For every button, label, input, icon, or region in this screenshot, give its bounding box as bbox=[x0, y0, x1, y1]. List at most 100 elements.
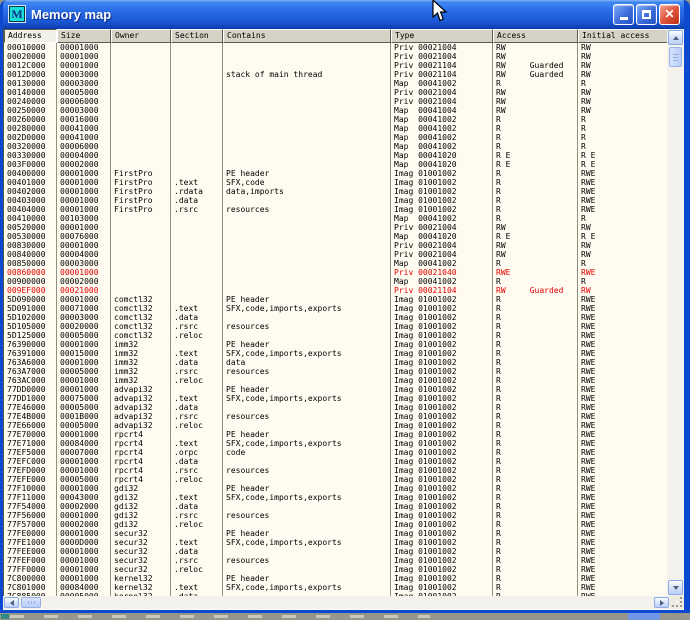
column-header-access[interactable]: Access bbox=[493, 29, 578, 43]
table-cell: .text bbox=[171, 583, 223, 592]
table-cell: resources bbox=[223, 556, 391, 565]
table-row[interactable]: 77E7000000001000rpcrt4PE headerImag 0100… bbox=[4, 430, 667, 439]
table-row[interactable]: 0053000000076000Map 00041020R ER E bbox=[4, 232, 667, 241]
table-row[interactable]: 0040300000001000FirstPro.dataImag 010010… bbox=[4, 196, 667, 205]
table-row[interactable]: 0012D00000003000stack of main threadPriv… bbox=[4, 70, 667, 79]
table-row[interactable]: 7639100000015000imm32.textSFX,code,impor… bbox=[4, 349, 667, 358]
table-row[interactable]: 0041000000103000Map 00041002RR bbox=[4, 214, 667, 223]
table-row[interactable]: 77F5700000002000gdi32.relocImag 01001002… bbox=[4, 520, 667, 529]
table-row[interactable]: 0028000000041000Map 00041002RR bbox=[4, 124, 667, 133]
table-row[interactable]: 77E4600000005000advapi32.dataImag 010010… bbox=[4, 403, 667, 412]
table-row[interactable]: 77FF000000001000secur32.relocImag 010010… bbox=[4, 565, 667, 574]
table-row[interactable]: 763AC00000001000imm32.relocImag 01001002… bbox=[4, 376, 667, 385]
horizontal-scroll-thumb[interactable] bbox=[21, 597, 41, 608]
table-row[interactable]: 009EF00000021000Priv 00021104RW GuardedR… bbox=[4, 286, 667, 295]
vertical-scroll-thumb[interactable] bbox=[669, 47, 682, 67]
table-cell: Imag 01001002 bbox=[391, 358, 493, 367]
table-row[interactable]: 0002000000001000Priv 00021004RWRW bbox=[4, 52, 667, 61]
horizontal-scrollbar[interactable] bbox=[3, 596, 684, 609]
table-row[interactable]: 77EFC00000001000rpcrt4.dataImag 01001002… bbox=[4, 457, 667, 466]
minimize-button[interactable] bbox=[613, 4, 634, 25]
table-row[interactable]: 77E4B0000001B000advapi32.rsrcresourcesIm… bbox=[4, 412, 667, 421]
table-cell: 76390000 bbox=[4, 340, 57, 349]
table-row[interactable]: 0001000000001000Priv 00021004RWRW bbox=[4, 43, 667, 52]
table-row[interactable]: 5D09000000001000comctl32PE headerImag 01… bbox=[4, 295, 667, 304]
table-row[interactable]: 0033000000004000Map 00041020R ER E bbox=[4, 151, 667, 160]
table-row[interactable]: 7639000000001000imm32PE headerImag 01001… bbox=[4, 340, 667, 349]
table-row[interactable]: 77FEE00000001000secur32.dataImag 0100100… bbox=[4, 547, 667, 556]
table-cell: RWE bbox=[578, 430, 667, 439]
table-cell: Map 00041002 bbox=[391, 277, 493, 286]
table-row[interactable]: 0086000000001000Priv 00021040RWERWE bbox=[4, 268, 667, 277]
table-row[interactable]: 0040100000001000FirstPro.textSFX,codeIma… bbox=[4, 178, 667, 187]
table-row[interactable]: 77DD100000075000advapi32.textSFX,code,im… bbox=[4, 394, 667, 403]
scroll-up-button[interactable] bbox=[668, 30, 683, 45]
vertical-scrollbar[interactable] bbox=[667, 29, 684, 596]
table-row[interactable]: 0083000000001000Priv 00021004RWRW bbox=[4, 241, 667, 250]
table-cell bbox=[171, 61, 223, 70]
table-row[interactable]: 77DD000000001000advapi32PE headerImag 01… bbox=[4, 385, 667, 394]
maximize-button[interactable] bbox=[636, 4, 657, 25]
table-row[interactable]: 77EF500000007000rpcrt4.orpccodeImag 0100… bbox=[4, 448, 667, 457]
table-row[interactable]: 0014000000005000Priv 00021004RWRW bbox=[4, 88, 667, 97]
table-row[interactable]: 0025000000003000Map 00041004RWRW bbox=[4, 106, 667, 115]
table-row[interactable]: 77F5600000001000gdi32.rsrcresourcesImag … bbox=[4, 511, 667, 520]
column-header-type[interactable]: Type bbox=[391, 29, 493, 43]
column-header-section[interactable]: Section bbox=[171, 29, 223, 43]
table-row[interactable]: 0085000000003000Map 00041002RR bbox=[4, 259, 667, 268]
close-button[interactable]: ✕ bbox=[659, 4, 680, 25]
table-row[interactable]: 5D09100000071000comctl32.textSFX,code,im… bbox=[4, 304, 667, 313]
table-row[interactable]: 0040400000001000FirstPro.rsrcresourcesIm… bbox=[4, 205, 667, 214]
table-cell: 00900000 bbox=[4, 277, 57, 286]
table-row[interactable]: 0040000000001000FirstProPE headerImag 01… bbox=[4, 169, 667, 178]
table-row[interactable]: 003F000000002000Map 00041020R ER E bbox=[4, 160, 667, 169]
table-row[interactable]: 0024000000006000Priv 00021004RWRW bbox=[4, 97, 667, 106]
table-cell: FirstPro bbox=[111, 187, 171, 196]
table-row[interactable]: 5D12500000005000comctl32.relocImag 01001… bbox=[4, 331, 667, 340]
table-row[interactable]: 7C80100000084000kernel32.textSFX,code,im… bbox=[4, 583, 667, 592]
title-bar[interactable]: M Memory map ✕ bbox=[3, 0, 684, 29]
table-row[interactable]: 0052000000001000Priv 00021004RWRW bbox=[4, 223, 667, 232]
table-cell bbox=[111, 88, 171, 97]
table-row[interactable]: 0090000000002000Map 00041002RR bbox=[4, 277, 667, 286]
table-row[interactable]: 77FEF00000001000secur32.rsrcresourcesIma… bbox=[4, 556, 667, 565]
table-row[interactable]: 763A600000001000imm32.datadataImag 01001… bbox=[4, 358, 667, 367]
table-row[interactable]: 77FE10000000D000secur32.textSFX,code,imp… bbox=[4, 538, 667, 547]
column-header-owner[interactable]: Owner bbox=[111, 29, 171, 43]
column-header-address[interactable]: Address bbox=[4, 29, 57, 43]
table-row[interactable]: 77EFD00000001000rpcrt4.rsrcresourcesImag… bbox=[4, 466, 667, 475]
table-row[interactable]: 77F1100000043000gdi32.textSFX,code,impor… bbox=[4, 493, 667, 502]
table-cell: R bbox=[493, 439, 578, 448]
table-row[interactable]: 0026000000016000Map 00041002RR bbox=[4, 115, 667, 124]
table-row[interactable]: 5D10200000003000comctl32.dataImag 010010… bbox=[4, 313, 667, 322]
table-row[interactable]: 77F1000000001000gdi32PE headerImag 01001… bbox=[4, 484, 667, 493]
ollydbg-m-icon[interactable]: M bbox=[9, 6, 25, 22]
table-row[interactable]: 77EFE00000005000rpcrt4.relocImag 0100100… bbox=[4, 475, 667, 484]
table-cell: RWE bbox=[578, 187, 667, 196]
table-row[interactable]: 0084000000004000Priv 00021004RWRW bbox=[4, 250, 667, 259]
table-row[interactable]: 5D10500000020000comctl32.rsrcresourcesIm… bbox=[4, 322, 667, 331]
table-row[interactable]: 763A700000005000imm32.rsrcresourcesImag … bbox=[4, 367, 667, 376]
table-cell: 00530000 bbox=[4, 232, 57, 241]
table-cell: RWE bbox=[578, 529, 667, 538]
scroll-left-button[interactable] bbox=[4, 597, 19, 608]
table-row[interactable]: 002D000000041000Map 00041002RR bbox=[4, 133, 667, 142]
resize-grip[interactable] bbox=[670, 596, 684, 609]
table-cell: PE header bbox=[223, 340, 391, 349]
column-header-size[interactable]: Size bbox=[57, 29, 111, 43]
scroll-down-button[interactable] bbox=[668, 580, 683, 595]
table-row[interactable]: 77FE000000001000secur32PE headerImag 010… bbox=[4, 529, 667, 538]
table-row[interactable]: 0013000000003000Map 00041002RR bbox=[4, 79, 667, 88]
table-row[interactable]: 7C80000000001000kernel32PE headerImag 01… bbox=[4, 574, 667, 583]
table-row[interactable]: 0040200000001000FirstPro.rdatadata,impor… bbox=[4, 187, 667, 196]
table-row[interactable]: 77E7100000084000rpcrt4.textSFX,code,impo… bbox=[4, 439, 667, 448]
table-row[interactable]: 77E6600000005000advapi32.relocImag 01001… bbox=[4, 421, 667, 430]
table-cell: R bbox=[493, 376, 578, 385]
scroll-right-button[interactable] bbox=[654, 597, 669, 608]
table-cell: Imag 01001002 bbox=[391, 547, 493, 556]
column-header-initial-access[interactable]: Initial access bbox=[578, 29, 667, 43]
table-row[interactable]: 77F5400000002000gdi32.dataImag 01001002R… bbox=[4, 502, 667, 511]
table-row[interactable]: 0032000000006000Map 00041002RR bbox=[4, 142, 667, 151]
table-row[interactable]: 0012C00000001000Priv 00021104RW GuardedR… bbox=[4, 61, 667, 70]
column-header-contains[interactable]: Contains bbox=[223, 29, 391, 43]
